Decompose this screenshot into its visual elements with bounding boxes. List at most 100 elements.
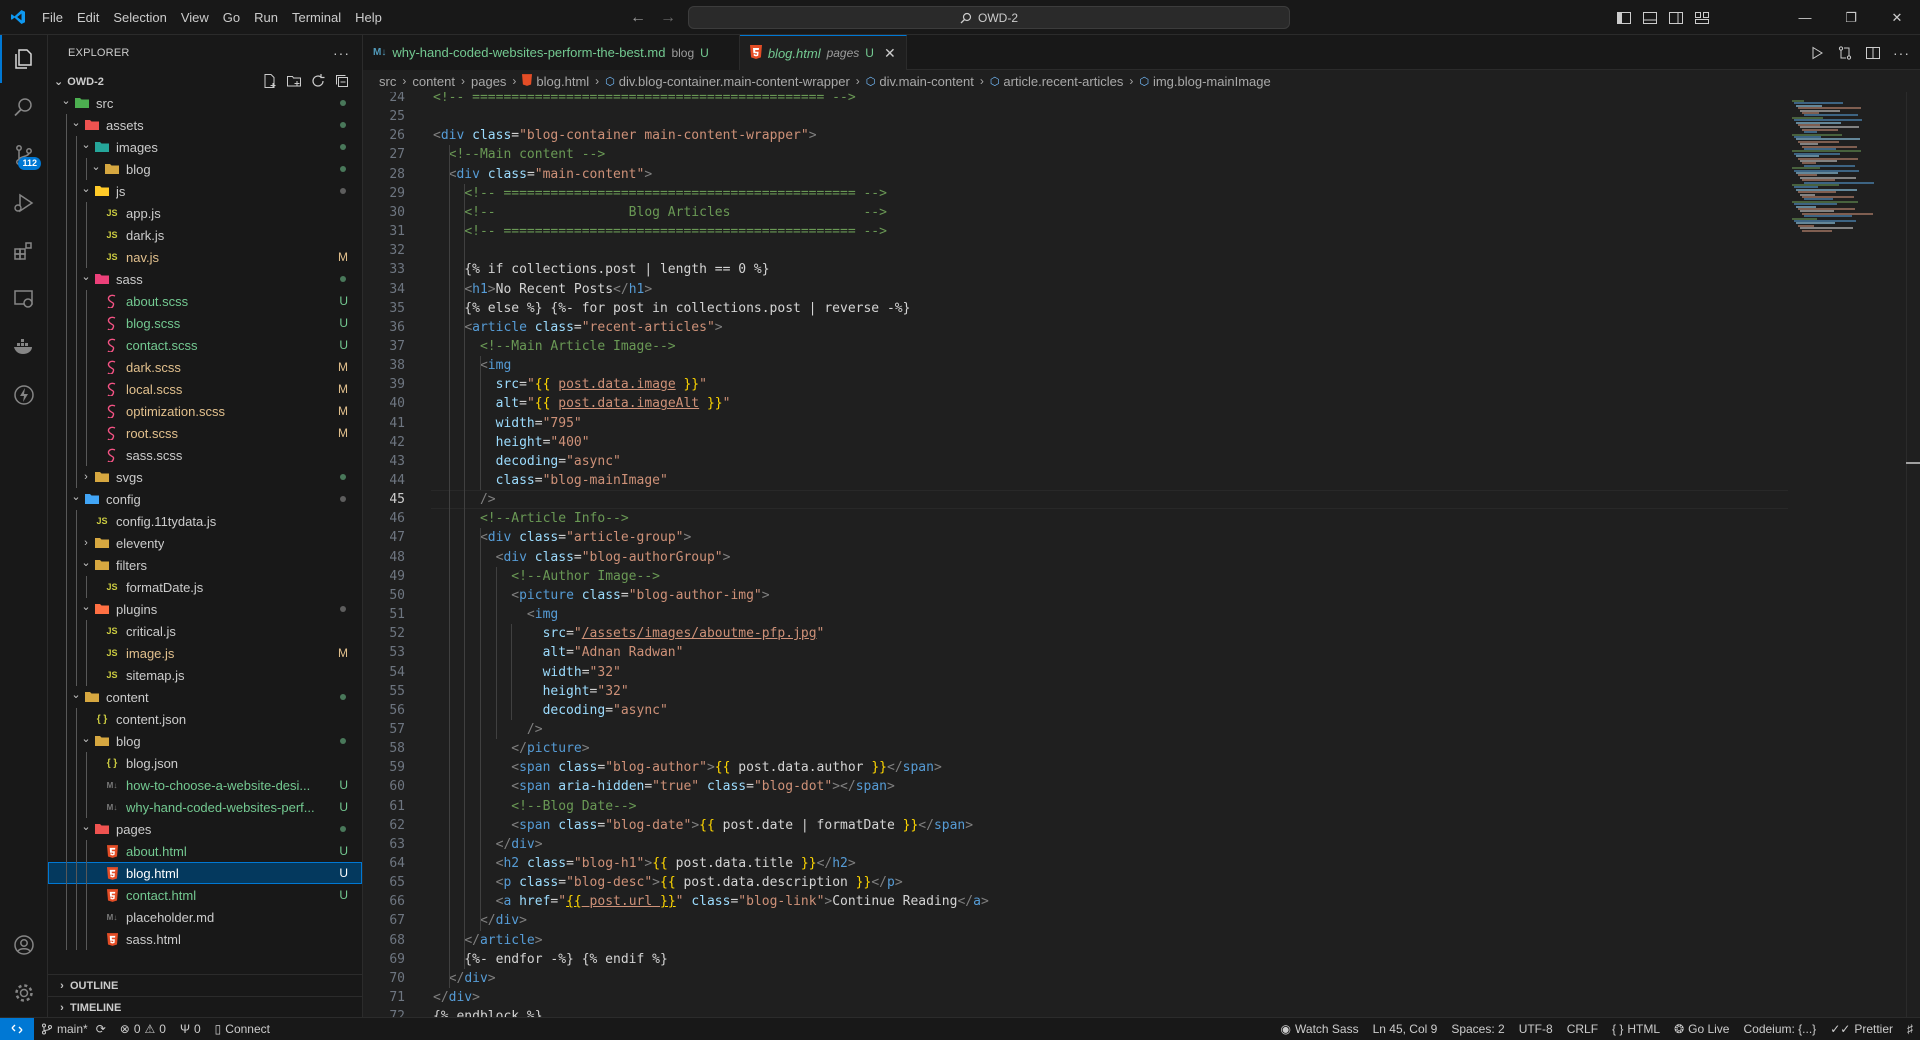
- file-item[interactable]: M↓ how-to-choose-a-website-desi... U: [48, 774, 362, 796]
- outline-section[interactable]: › OUTLINE: [48, 974, 363, 996]
- cursor-position[interactable]: Ln 45, Col 9: [1366, 1022, 1445, 1036]
- manage-activity[interactable]: [0, 969, 48, 1017]
- folder-item[interactable]: ⌄ blog: [48, 730, 362, 752]
- indentation[interactable]: Spaces: 2: [1444, 1022, 1511, 1036]
- close-window-button[interactable]: ✕: [1874, 0, 1920, 35]
- go-live-button[interactable]: ❂ Go Live: [1667, 1022, 1736, 1036]
- file-item[interactable]: blog.scss U: [48, 312, 362, 334]
- more-actions-icon[interactable]: ···: [1893, 45, 1910, 61]
- folder-item[interactable]: ⌄ js: [48, 180, 362, 202]
- problems-indicator[interactable]: ⊗ 0 ⚠ 0: [113, 1022, 173, 1036]
- vertical-scrollbar[interactable]: [1906, 92, 1920, 1017]
- folder-item[interactable]: ⌄ src: [48, 92, 362, 114]
- code-editor[interactable]: 24 <!-- =================================…: [363, 92, 1788, 1017]
- remote-indicator[interactable]: [0, 1018, 34, 1040]
- project-header[interactable]: ⌄ OWD-2: [48, 70, 362, 92]
- watch-sass-button[interactable]: ◉ Watch Sass: [1274, 1022, 1366, 1036]
- file-item[interactable]: about.html U: [48, 840, 362, 862]
- sync-icon[interactable]: ⟳: [96, 1022, 106, 1036]
- file-item[interactable]: JS dark.js: [48, 224, 362, 246]
- refresh-icon[interactable]: [310, 73, 326, 89]
- file-item[interactable]: sass.scss: [48, 444, 362, 466]
- new-folder-icon[interactable]: [286, 73, 302, 89]
- file-item[interactable]: JS nav.js M: [48, 246, 362, 268]
- file-item[interactable]: JS formatDate.js: [48, 576, 362, 598]
- branch-indicator[interactable]: main* ⟳: [34, 1022, 113, 1036]
- search-activity[interactable]: [0, 83, 48, 131]
- menu-terminal[interactable]: Terminal: [285, 0, 348, 35]
- ports-indicator[interactable]: Ψ 0: [173, 1022, 208, 1036]
- toggle-secondary-sidebar-icon[interactable]: [1668, 10, 1684, 26]
- restore-button[interactable]: ❐: [1828, 0, 1874, 35]
- folder-item[interactable]: ⌄ config: [48, 488, 362, 510]
- breadcrumb-item[interactable]: ⬡ img.blog-mainImage: [1139, 74, 1270, 89]
- breadcrumb-item[interactable]: blog.html: [522, 74, 589, 89]
- file-item[interactable]: local.scss M: [48, 378, 362, 400]
- folder-item[interactable]: ⌄ assets: [48, 114, 362, 136]
- notifications-button[interactable]: ♯: [1900, 1022, 1920, 1036]
- folder-item[interactable]: ⌄ pages: [48, 818, 362, 840]
- file-item[interactable]: JS app.js: [48, 202, 362, 224]
- language-mode[interactable]: { } HTML: [1605, 1022, 1667, 1036]
- folder-item[interactable]: ⌄ content: [48, 686, 362, 708]
- back-arrow-icon[interactable]: ←: [630, 9, 646, 27]
- breadcrumb-item[interactable]: ⬡ div.blog-container.main-content-wrapper: [605, 74, 850, 89]
- file-item[interactable]: JS critical.js: [48, 620, 362, 642]
- menu-go[interactable]: Go: [216, 0, 247, 35]
- accounts-activity[interactable]: [0, 921, 48, 969]
- file-item[interactable]: { } blog.json: [48, 752, 362, 774]
- breadcrumb-item[interactable]: content: [412, 74, 455, 89]
- split-editor-icon[interactable]: [1865, 45, 1881, 61]
- breadcrumb-item[interactable]: ⬡ div.main-content: [866, 74, 974, 89]
- encoding[interactable]: UTF-8: [1512, 1022, 1560, 1036]
- file-item[interactable]: JS config.11tydata.js: [48, 510, 362, 532]
- line-ending[interactable]: CRLF: [1560, 1022, 1605, 1036]
- breadcrumb-item[interactable]: ⬡ article.recent-articles: [990, 74, 1124, 89]
- folder-item[interactable]: ⌄ plugins: [48, 598, 362, 620]
- folder-item[interactable]: ⌄ blog: [48, 158, 362, 180]
- timeline-section[interactable]: › TIMELINE: [48, 996, 363, 1018]
- customize-layout-icon[interactable]: [1694, 10, 1710, 26]
- compare-changes-icon[interactable]: [1837, 45, 1853, 61]
- file-item[interactable]: blog.html U: [48, 862, 362, 884]
- menu-view[interactable]: View: [174, 0, 216, 35]
- menu-help[interactable]: Help: [348, 0, 389, 35]
- docker-activity[interactable]: [0, 323, 48, 371]
- more-actions-icon[interactable]: ···: [333, 45, 350, 61]
- minimize-button[interactable]: —: [1782, 0, 1828, 35]
- file-item[interactable]: { } content.json: [48, 708, 362, 730]
- minimap[interactable]: [1788, 92, 1906, 1017]
- remote-explorer-activity[interactable]: [0, 275, 48, 323]
- file-item[interactable]: root.scss M: [48, 422, 362, 444]
- run-icon[interactable]: [1809, 45, 1825, 61]
- breadcrumb-item[interactable]: src: [379, 74, 396, 89]
- explorer-activity[interactable]: [0, 35, 48, 83]
- collapse-all-icon[interactable]: [334, 73, 350, 89]
- tab-blog-html[interactable]: blog.html pages U ✕: [739, 35, 907, 70]
- new-file-icon[interactable]: [262, 73, 278, 89]
- file-item[interactable]: about.scss U: [48, 290, 362, 312]
- file-item[interactable]: contact.scss U: [48, 334, 362, 356]
- tab-why-hand-coded-websites[interactable]: M↓ why-hand-coded-websites-perform-the-b…: [363, 35, 740, 70]
- close-tab-icon[interactable]: ✕: [884, 45, 896, 62]
- forward-arrow-icon[interactable]: →: [660, 9, 676, 27]
- file-item[interactable]: contact.html U: [48, 884, 362, 906]
- breadcrumb-item[interactable]: pages: [471, 74, 506, 89]
- menu-selection[interactable]: Selection: [106, 0, 173, 35]
- file-item[interactable]: M↓ placeholder.md: [48, 906, 362, 928]
- menu-edit[interactable]: Edit: [70, 0, 106, 35]
- file-item[interactable]: M↓ why-hand-coded-websites-perf... U: [48, 796, 362, 818]
- file-item[interactable]: JS image.js M: [48, 642, 362, 664]
- extensions-activity[interactable]: [0, 227, 48, 275]
- source-control-activity[interactable]: 112: [0, 131, 48, 179]
- toggle-panel-icon[interactable]: [1642, 10, 1658, 26]
- folder-item[interactable]: ⌄ filters: [48, 554, 362, 576]
- thunder-client-activity[interactable]: [0, 371, 48, 419]
- file-item[interactable]: dark.scss M: [48, 356, 362, 378]
- run-debug-activity[interactable]: [0, 179, 48, 227]
- menu-file[interactable]: File: [35, 0, 70, 35]
- command-center[interactable]: OWD-2: [688, 6, 1290, 29]
- codeium-status[interactable]: Codeium: {...}: [1736, 1022, 1823, 1036]
- folder-item[interactable]: ⌄ images: [48, 136, 362, 158]
- toggle-sidebar-icon[interactable]: [1616, 10, 1632, 26]
